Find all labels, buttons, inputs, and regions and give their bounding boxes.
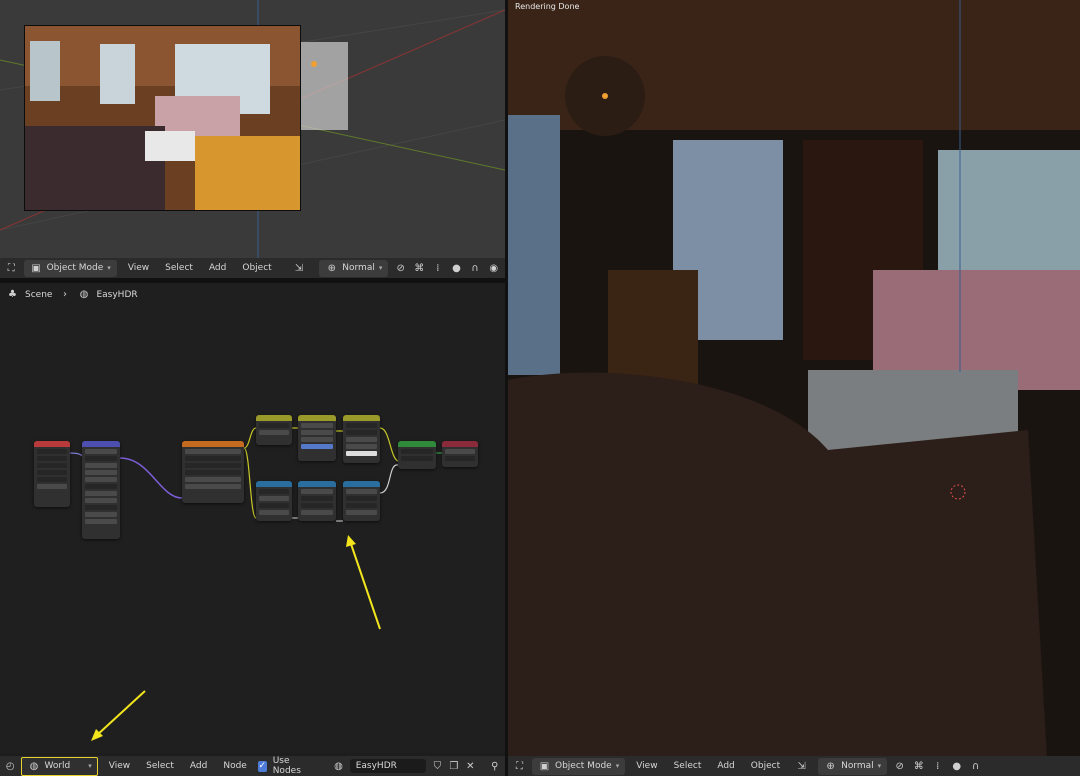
duplicate-icon[interactable]: ❐ (449, 760, 459, 773)
proportional-edit-icon[interactable]: ● (950, 760, 963, 773)
node-background[interactable] (398, 441, 436, 469)
editor-type-icon[interactable]: ◴ (5, 760, 15, 773)
mode-dropdown[interactable]: ▣ Object Mode ▾ (532, 757, 626, 775)
rendered-viewport[interactable]: Rendering Done (508, 0, 1080, 776)
viewport-3d[interactable] (0, 0, 505, 258)
magnet-icon[interactable]: ⌘ (912, 760, 925, 773)
snap-target-icon[interactable]: ⁞ (931, 760, 944, 773)
chevron-down-icon: ▾ (378, 264, 383, 272)
orientation-icon: ⊕ (327, 262, 336, 274)
snap-target-icon[interactable]: ⁞ (432, 262, 445, 275)
node-header (34, 441, 70, 447)
pivot-dropdown[interactable]: ⊕ Normal ▾ (319, 259, 389, 277)
window-left (508, 115, 560, 375)
editor-type-icon[interactable]: ⛶ (513, 760, 526, 773)
node-header (82, 441, 120, 447)
menu-node[interactable]: Node (218, 759, 252, 773)
breadcrumb-world[interactable]: EasyHDR (96, 290, 137, 300)
use-nodes-label: Use Nodes (272, 756, 301, 776)
node-header (298, 415, 336, 421)
node-editor[interactable] (0, 283, 505, 753)
node-header (343, 481, 380, 487)
node-math-3[interactable] (343, 481, 380, 521)
fake-user-icon[interactable]: ⛉ (432, 760, 442, 773)
menu-add[interactable]: Add (204, 261, 231, 275)
chevron-down-icon: ▾ (107, 264, 111, 272)
menu-view[interactable]: View (123, 261, 154, 275)
node-hue-saturation[interactable] (298, 415, 336, 461)
snap-icon[interactable]: ⊘ (893, 760, 906, 773)
use-nodes-checkbox[interactable]: ✓ (257, 760, 267, 772)
snap-icon[interactable]: ⊘ (394, 262, 407, 275)
menu-object[interactable]: Object (746, 759, 785, 773)
annotation-arrow-world (91, 690, 146, 741)
node-world-output[interactable] (442, 441, 478, 467)
node-math-2[interactable] (298, 481, 336, 521)
node-mix-rgb[interactable] (343, 415, 380, 463)
node-environment-texture[interactable] (182, 441, 244, 503)
scene-icon: ♣ (8, 289, 17, 300)
node-editor-header: ◴ ◍ World ▾ View Select Add Node ✓ Use N… (0, 756, 505, 776)
object-mode-icon: ▣ (31, 262, 41, 274)
menu-select[interactable]: Select (160, 261, 198, 275)
render-status: Rendering Done (515, 2, 580, 11)
breadcrumb: ♣ Scene › ◍ EasyHDR (6, 288, 138, 301)
menu-view[interactable]: View (631, 759, 662, 773)
camera-object (300, 42, 348, 130)
menu-add[interactable]: Add (185, 759, 212, 773)
node-header (256, 481, 292, 487)
render-view-header: ⛶ ▣ Object Mode ▾ View Select Add Object ⇲… (508, 756, 1080, 776)
world-browse-icon[interactable]: ◍ (333, 760, 343, 773)
falloff-icon[interactable]: ∩ (969, 760, 982, 773)
transform-orientation-icon[interactable]: ⇲ (293, 262, 306, 275)
reference-image (24, 25, 301, 211)
visibility-icon[interactable]: ◉ (487, 262, 500, 275)
transform-orientation-icon[interactable]: ⇲ (795, 760, 808, 773)
pivot-dropdown[interactable]: ⊕ Normal ▾ (818, 757, 888, 775)
pin-icon[interactable]: ⚲ (490, 760, 500, 773)
node-mapping[interactable] (82, 441, 120, 539)
chevron-down-icon: ▾ (615, 762, 620, 770)
world-icon: ◍ (79, 289, 89, 300)
close-icon[interactable]: ✕ (465, 760, 475, 773)
world-name-field[interactable]: EasyHDR (349, 759, 427, 773)
object-origin (311, 61, 317, 67)
annotation-arrow-nodes (346, 535, 381, 630)
menu-select[interactable]: Select (669, 759, 707, 773)
node-header (256, 415, 292, 421)
node-header (398, 441, 436, 447)
chevron-down-icon: ▾ (877, 762, 882, 770)
editor-type-icon[interactable]: ⛶ (5, 262, 18, 275)
rendered-scene (508, 0, 1080, 776)
menu-object[interactable]: Object (237, 261, 276, 275)
node-math-1[interactable] (256, 481, 292, 521)
menu-add[interactable]: Add (712, 759, 739, 773)
node-header (442, 441, 478, 447)
node-links (69, 427, 442, 522)
shader-type-dropdown[interactable]: ◍ World ▾ (21, 756, 98, 776)
falloff-icon[interactable]: ∩ (469, 262, 482, 275)
chevron-right-icon: › (62, 289, 67, 300)
proportional-edit-icon[interactable]: ● (450, 262, 463, 275)
menu-view[interactable]: View (104, 759, 135, 773)
magnet-icon[interactable]: ⌘ (413, 262, 426, 275)
node-gamma[interactable] (256, 415, 292, 445)
breadcrumb-scene[interactable]: Scene (25, 290, 52, 300)
chevron-down-icon: ▾ (88, 762, 92, 770)
node-texture-coordinate[interactable] (34, 441, 70, 507)
node-header (343, 415, 380, 421)
node-header (182, 441, 244, 447)
viewport-header: ⛶ ▣ Object Mode ▾ View Select Add Object ⇲… (0, 258, 505, 278)
orientation-icon: ⊕ (826, 760, 835, 772)
world-icon: ◍ (29, 760, 39, 772)
mode-dropdown[interactable]: ▣ Object Mode ▾ (23, 259, 117, 277)
object-mode-icon: ▣ (539, 760, 550, 772)
node-header (298, 481, 336, 487)
menu-select[interactable]: Select (141, 759, 179, 773)
